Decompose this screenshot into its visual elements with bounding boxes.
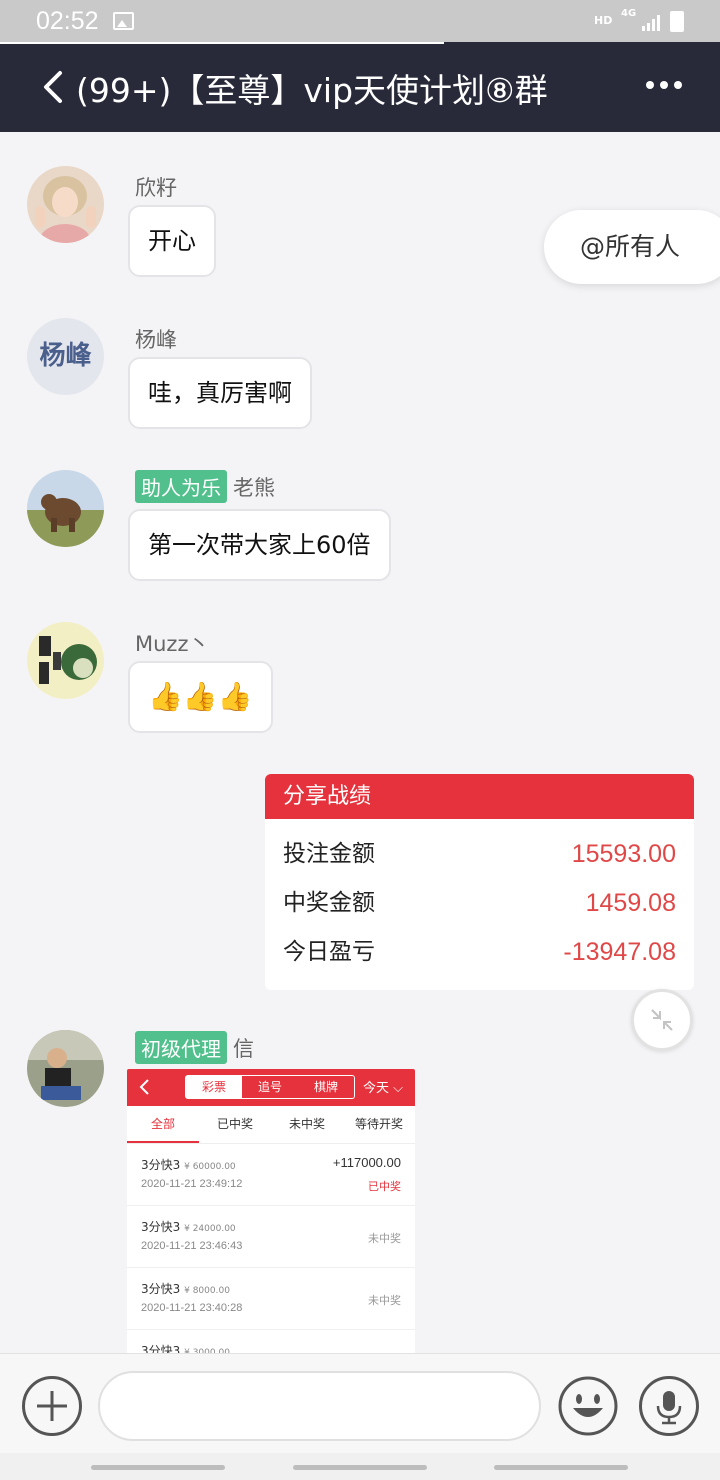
sender-name: Muzz丶 (135, 632, 210, 656)
signal-icon (642, 15, 660, 31)
avatar[interactable] (27, 622, 104, 699)
record-status: 未中奖 (368, 1294, 401, 1307)
nav-pill[interactable] (293, 1465, 427, 1470)
record-prize: +117000.00 (332, 1155, 401, 1170)
avatar[interactable]: 杨峰 (27, 318, 104, 395)
user-photo-icon (27, 166, 104, 243)
tab-won: 已中奖 (216, 1117, 253, 1131)
record-row: 3分快3 ¥ 60000.00 2020-11-21 23:49:12 +117… (127, 1144, 415, 1206)
row-label: 今日盈亏 (283, 939, 375, 965)
sender-name: 杨峰 (135, 328, 177, 352)
card-row: 今日盈亏 -13947.08 (283, 932, 676, 972)
collapse-button[interactable] (631, 989, 693, 1051)
avatar[interactable] (27, 1030, 104, 1107)
segment-lottery: 彩票 (186, 1076, 242, 1098)
chevron-left-icon[interactable] (40, 70, 66, 104)
nav-pill[interactable] (494, 1465, 628, 1470)
screenshot-topbar: 彩票 追号 棋牌 今天 ⌵ (127, 1069, 415, 1106)
avatar[interactable] (27, 166, 104, 243)
calligraphy-avatar-icon (27, 622, 104, 699)
status-bar: 02:52 HD 4G (0, 0, 720, 42)
hd-indicator: HD (594, 14, 613, 27)
card-row: 中奖金额 1459.08 (283, 883, 676, 923)
record-time: 2020-11-21 23:40:28 (141, 1302, 243, 1314)
battery-icon (670, 11, 684, 32)
avatar-text: 杨峰 (39, 341, 92, 371)
row-value: -13947.08 (563, 938, 676, 966)
today-filter: 今天 ⌵ (362, 1081, 403, 1096)
chat-title: (99+)【至尊】vip天使计划⑧群 (76, 71, 548, 110)
avatar[interactable] (27, 470, 104, 547)
record-name: 3分快3 ¥ 24000.00 (141, 1220, 236, 1234)
record-time: 2020-11-21 23:49:12 (141, 1178, 243, 1190)
share-record-card[interactable]: 分享战绩 投注金额 15593.00 中奖金额 1459.08 今日盈亏 -13… (265, 774, 694, 990)
record-row: 3分快3 ¥ 8000.00 2020-11-21 23:40:28 未中奖 (127, 1268, 415, 1330)
record-row: 3分快3 ¥ 24000.00 2020-11-21 23:46:43 未中奖 (127, 1206, 415, 1268)
user-photo-icon (27, 1030, 104, 1107)
record-name: 3分快3 ¥ 60000.00 (141, 1158, 236, 1172)
tab-lost: 未中奖 (288, 1117, 325, 1131)
record-status: 未中奖 (368, 1232, 401, 1245)
tab-pending: 等待开奖 (354, 1117, 403, 1131)
message-input[interactable] (98, 1371, 541, 1441)
row-value: 1459.08 (585, 889, 676, 917)
row-label: 投注金额 (283, 841, 375, 867)
row-value: 15593.00 (571, 840, 676, 868)
record-time: 2020-11-21 23:46:43 (141, 1240, 243, 1252)
bear-photo-icon (27, 470, 104, 547)
record-status: 已中奖 (368, 1180, 401, 1193)
plus-icon (37, 1391, 67, 1421)
member-badge: 助人为乐 (135, 470, 227, 503)
sender-name: 信 (233, 1037, 254, 1061)
record-name: 3分快3 ¥ 8000.00 (141, 1282, 230, 1296)
add-button[interactable] (22, 1376, 82, 1436)
message-bubble[interactable]: 哇，真厉害啊 (128, 357, 312, 429)
card-row: 投注金额 15593.00 (283, 834, 676, 874)
chevron-left-icon (139, 1079, 149, 1095)
tab-all: 全部 (127, 1106, 199, 1143)
segment-chess: 棋牌 (313, 1080, 338, 1094)
screenshot-tabs: 全部 已中奖 未中奖 等待开奖 (127, 1106, 415, 1144)
input-bar (0, 1353, 720, 1453)
row-label: 中奖金额 (283, 890, 375, 916)
nav-pill[interactable] (91, 1465, 225, 1470)
loading-progress (0, 42, 444, 44)
message-bubble[interactable]: 第一次带大家上60倍 (128, 509, 391, 581)
image-message[interactable]: 彩票 追号 棋牌 今天 ⌵ 全部 已中奖 未中奖 等待开奖 3分快3 ¥ 600… (127, 1069, 415, 1359)
member-badge: 初级代理 (135, 1031, 227, 1064)
system-nav-bar (0, 1453, 720, 1480)
mention-all-button[interactable]: @所有人 (544, 210, 720, 284)
sender-name: 老熊 (233, 476, 275, 500)
card-title: 分享战绩 (265, 774, 694, 819)
image-notification-icon (113, 12, 134, 30)
microphone-icon (656, 1391, 682, 1425)
voice-button[interactable] (639, 1376, 699, 1436)
sender-line: 初级代理信 (135, 1031, 254, 1064)
message-bubble[interactable]: 👍👍👍 (128, 661, 273, 733)
emoji-icon[interactable] (558, 1376, 618, 1436)
message-bubble[interactable]: 开心 (128, 205, 216, 277)
segment-chase: 追号 (257, 1080, 282, 1094)
network-type: 4G (621, 8, 637, 19)
chat-header: (99+)【至尊】vip天使计划⑧群 (0, 42, 720, 132)
sender-name: 欣籽 (135, 176, 177, 200)
more-dots-icon[interactable] (644, 70, 684, 100)
sender-line: 助人为乐 老熊 (135, 470, 275, 503)
status-time: 02:52 (36, 7, 99, 35)
collapse-arrows-icon (651, 1009, 673, 1031)
segment-control: 彩票 追号 棋牌 (185, 1075, 355, 1099)
